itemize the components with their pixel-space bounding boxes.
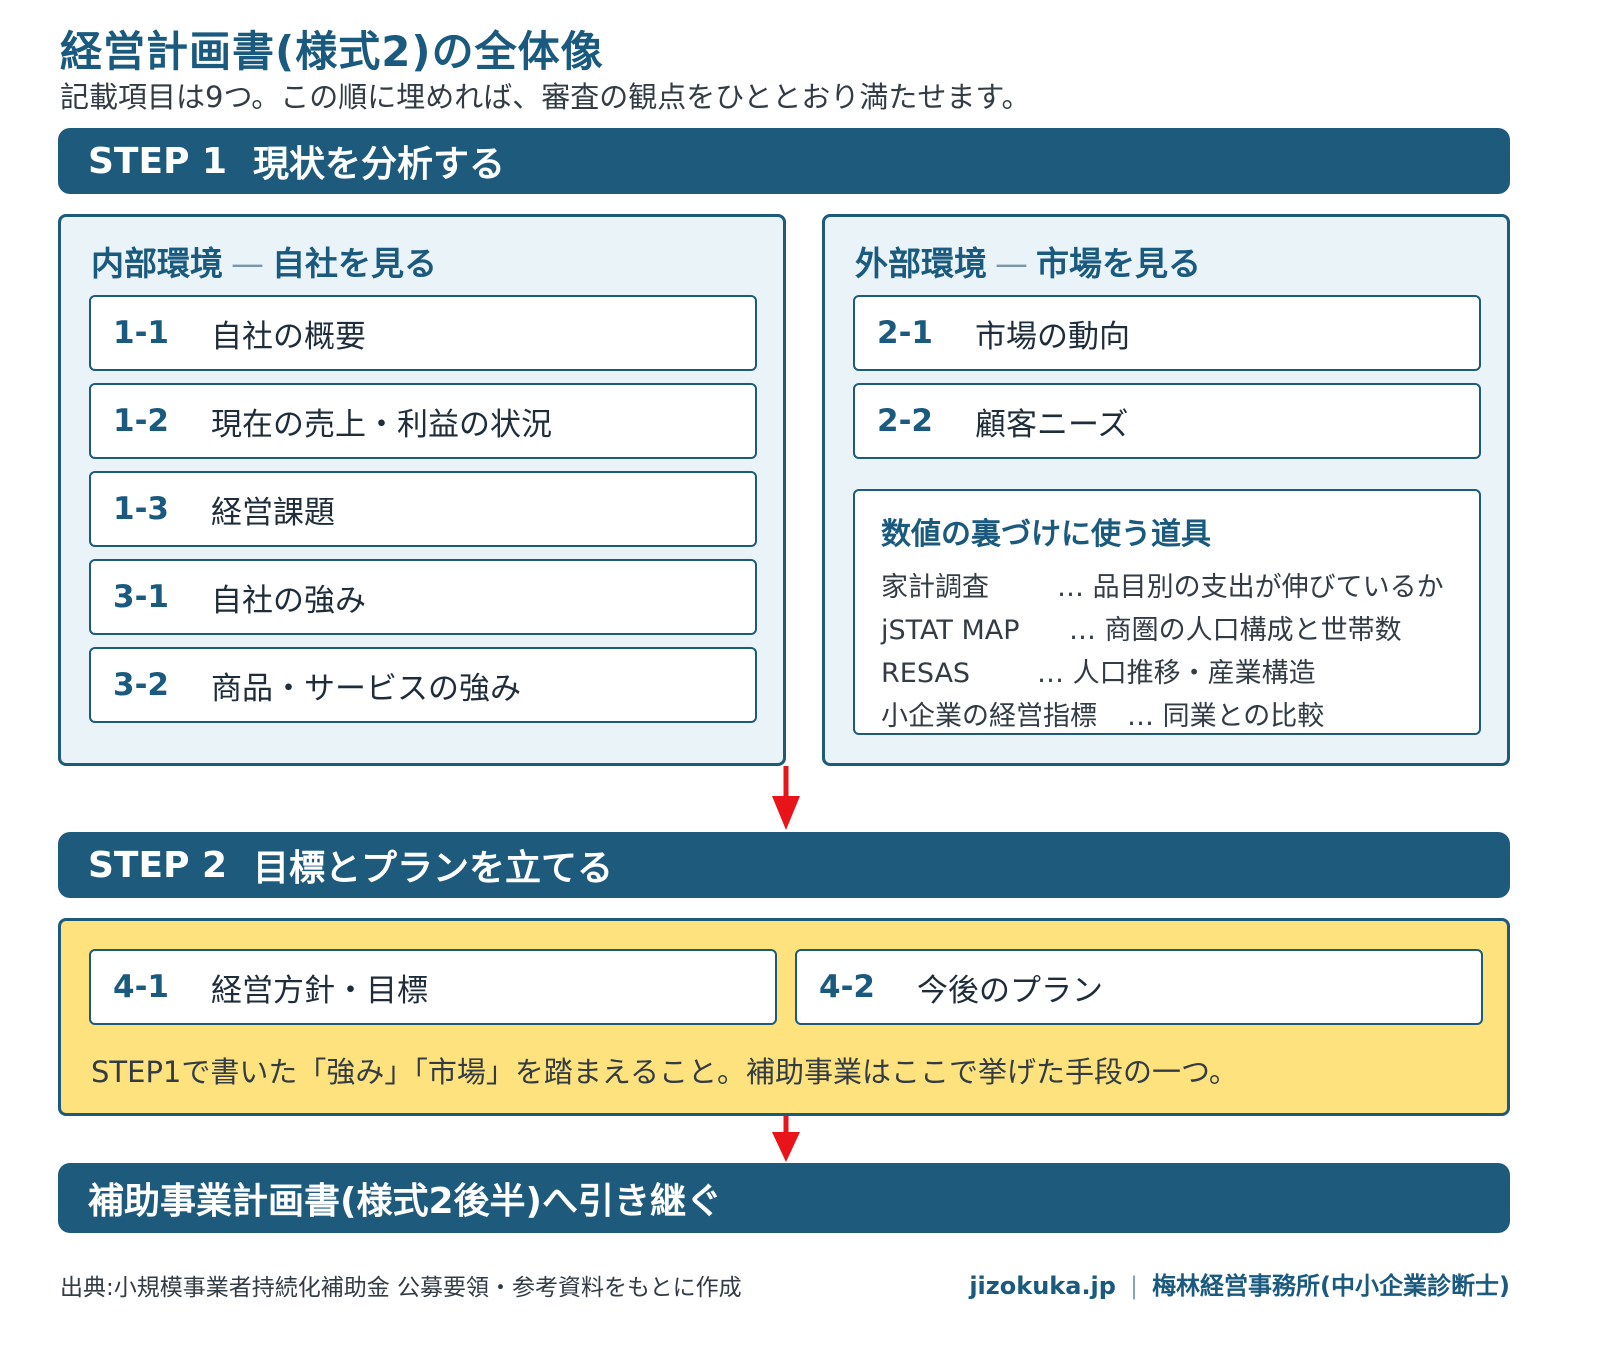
- down-arrow-icon: [772, 766, 800, 830]
- tool-desc: … 商圏の人口構成と世帯数: [1069, 615, 1402, 646]
- footer-credit: jizokuka.jp | 梅林経営事務所(中小企業診断士): [969, 1266, 1510, 1301]
- item-number: 3-1: [113, 579, 170, 615]
- tool-name: 小企業の経営指標: [881, 701, 1097, 732]
- external-heading-main: 外部環境: [855, 244, 987, 283]
- step1-number: STEP 1: [88, 140, 228, 182]
- tool-row: RESAS … 人口推移・産業構造: [881, 651, 1316, 690]
- tool-desc: … 人口推移・産業構造: [1037, 658, 1316, 689]
- item-label: 市場の動向: [975, 318, 1130, 355]
- internal-heading: 内部環境 — 自社を見る: [91, 237, 437, 285]
- final-label: 補助事業計画書(様式2後半)へ引き継ぐ: [88, 1181, 722, 1222]
- item-label: 経営課題: [211, 494, 335, 531]
- step2-note: STEP1で書いた「強み」「市場」を踏まえること。補助事業はここで挙げた手段の一…: [91, 1055, 1238, 1089]
- item-number: 4-2: [819, 969, 876, 1005]
- internal-heading-main: 内部環境: [91, 244, 223, 283]
- step1-band: STEP 1 現状を分析する: [58, 128, 1510, 194]
- item-4-2: 4-2 今後のプラン: [795, 949, 1483, 1025]
- item-label: 経営方針・目標: [211, 972, 428, 1009]
- tools-box: 数値の裏づけに使う道具 家計調査 … 品目別の支出が伸びているか jSTAT MA…: [853, 489, 1481, 735]
- item-number: 2-1: [877, 315, 934, 351]
- page-subtitle: 記載項目は9つ。この順に埋めれば、審査の観点をひととおり満たせます。: [60, 80, 1031, 114]
- item-number: 4-1: [113, 969, 170, 1005]
- tool-row: jSTAT MAP … 商圏の人口構成と世帯数: [881, 608, 1402, 647]
- down-arrow-icon: [772, 1116, 800, 1162]
- external-panel: 外部環境 — 市場を見る 2-1 市場の動向 2-2 顧客ニーズ 数値の裏づけに使う…: [822, 214, 1510, 766]
- item-2-1: 2-1 市場の動向: [853, 295, 1481, 371]
- item-number: 1-3: [113, 491, 170, 527]
- external-heading: 外部環境 — 市場を見る: [855, 237, 1201, 285]
- internal-panel: 内部環境 — 自社を見る 1-1 自社の概要 1-2 現在の売上・利益の状況 1-3…: [58, 214, 786, 766]
- footer-separator: |: [1129, 1272, 1139, 1300]
- tool-desc: … 品目別の支出が伸びているか: [1057, 572, 1444, 603]
- item-label: 自社の強み: [211, 582, 366, 619]
- item-label: 現在の売上・利益の状況: [211, 406, 552, 443]
- internal-heading-sub: 自社を見る: [272, 244, 437, 283]
- tool-desc: … 同業との比較: [1127, 701, 1325, 732]
- tool-name: 家計調査: [881, 572, 989, 603]
- item-1-1: 1-1 自社の概要: [89, 295, 757, 371]
- item-2-2: 2-2 顧客ニーズ: [853, 383, 1481, 459]
- tool-name: jSTAT MAP: [881, 615, 1020, 646]
- step2-band: STEP 2 目標とプランを立てる: [58, 832, 1510, 898]
- step2-panel: 4-1 経営方針・目標 4-2 今後のプラン STEP1で書いた「強み」「市場」…: [58, 918, 1510, 1116]
- page-title: 経営計画書(様式2)の全体像: [60, 27, 604, 76]
- item-label: 自社の概要: [211, 318, 366, 355]
- heading-dash: —: [995, 244, 1028, 283]
- item-1-2: 1-2 現在の売上・利益の状況: [89, 383, 757, 459]
- item-number: 2-2: [877, 403, 934, 439]
- item-label: 商品・サービスの強み: [211, 670, 521, 707]
- source-note: 出典:小規模事業者持続化補助金 公募要領・参考資料をもとに作成: [60, 1275, 742, 1301]
- final-band: 補助事業計画書(様式2後半)へ引き継ぐ: [58, 1163, 1510, 1233]
- tool-name: RESAS: [881, 658, 971, 689]
- item-number: 1-1: [113, 315, 170, 351]
- external-heading-sub: 市場を見る: [1036, 244, 1201, 283]
- item-label: 顧客ニーズ: [975, 406, 1129, 443]
- item-label: 今後のプラン: [917, 972, 1103, 1009]
- tool-row: 家計調査 … 品目別の支出が伸びているか: [881, 565, 1444, 604]
- item-1-3: 1-3 経営課題: [89, 471, 757, 547]
- step1-label: 現状を分析する: [253, 144, 506, 185]
- tool-row: 小企業の経営指標 … 同業との比較: [881, 694, 1324, 733]
- step2-label: 目標とプランを立てる: [253, 848, 614, 889]
- item-3-1: 3-1 自社の強み: [89, 559, 757, 635]
- site-link[interactable]: jizokuka.jp: [969, 1272, 1116, 1300]
- org-name: 梅林経営事務所(中小企業診断士): [1152, 1272, 1510, 1300]
- item-4-1: 4-1 経営方針・目標: [89, 949, 777, 1025]
- tools-heading: 数値の裏づけに使う道具: [881, 517, 1211, 552]
- step2-number: STEP 2: [88, 844, 228, 886]
- item-3-2: 3-2 商品・サービスの強み: [89, 647, 757, 723]
- item-number: 1-2: [113, 403, 170, 439]
- item-number: 3-2: [113, 667, 170, 703]
- heading-dash: —: [231, 244, 264, 283]
